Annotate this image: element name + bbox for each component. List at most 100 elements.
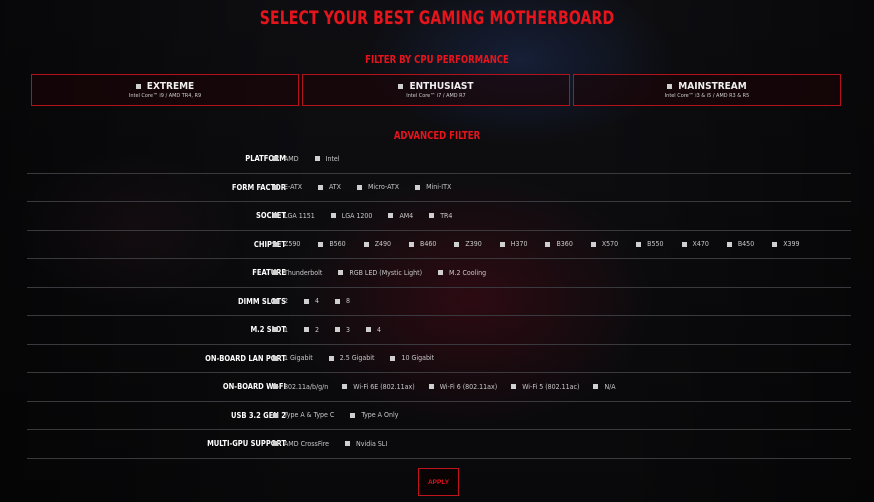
filter-option[interactable]: 3	[335, 326, 350, 334]
checkbox-icon[interactable]	[593, 384, 599, 390]
filter-option[interactable]: H370	[499, 240, 527, 248]
checkbox-icon[interactable]	[681, 241, 687, 247]
filter-option-label: 2	[284, 297, 289, 306]
filter-option[interactable]: Type A Only	[350, 411, 398, 419]
checkbox-icon[interactable]	[363, 241, 369, 247]
filter-option[interactable]: 8	[335, 297, 350, 305]
filter-option[interactable]: X570	[590, 240, 618, 248]
checkbox-icon[interactable]	[328, 355, 334, 361]
checkbox-icon[interactable]	[135, 84, 141, 89]
checkbox-icon[interactable]	[388, 213, 394, 219]
checkbox-icon[interactable]	[545, 241, 551, 247]
checkbox-icon[interactable]	[438, 270, 444, 276]
checkbox-icon[interactable]	[273, 298, 278, 304]
filter-option[interactable]: 4	[304, 297, 319, 305]
checkbox-icon[interactable]	[273, 327, 278, 333]
filter-option[interactable]: Wi-Fi 6E (802.11ax)	[342, 383, 415, 391]
checkbox-icon[interactable]	[304, 298, 310, 304]
filter-option[interactable]: E-ATX	[273, 183, 302, 191]
checkbox-icon[interactable]	[667, 84, 673, 89]
filter-option[interactable]: 2	[273, 297, 288, 305]
checkbox-icon[interactable]	[273, 355, 278, 361]
checkbox-icon[interactable]	[356, 184, 362, 190]
checkbox-icon[interactable]	[273, 241, 278, 247]
checkbox-icon[interactable]	[273, 213, 278, 219]
checkbox-icon[interactable]	[304, 327, 310, 333]
checkbox-icon[interactable]	[338, 270, 344, 276]
filter-option[interactable]: X470	[681, 240, 709, 248]
apply-button[interactable]: APPLY	[418, 468, 459, 496]
filter-option[interactable]: Z490	[363, 240, 392, 249]
filter-option[interactable]: Micro-ATX	[356, 183, 399, 191]
filter-option[interactable]: LGA 1200	[330, 212, 372, 220]
filter-option-label: Z490	[374, 240, 392, 249]
checkbox-icon[interactable]	[273, 412, 278, 418]
filter-option[interactable]: 802.11a/b/g/n	[273, 383, 328, 391]
filter-option[interactable]: TR4	[429, 212, 452, 220]
filter-option[interactable]: N/A	[593, 383, 616, 391]
filter-option[interactable]: AMD CrossFire	[273, 440, 329, 448]
filter-option[interactable]: Thunderbolt	[273, 269, 322, 277]
filter-option[interactable]: Nvidia SLI	[345, 440, 387, 448]
filter-option[interactable]: AM4	[388, 212, 413, 220]
checkbox-icon[interactable]	[335, 327, 341, 333]
filter-option[interactable]: B450	[726, 240, 754, 248]
filter-option[interactable]: 10 Gigabit	[390, 354, 434, 362]
filter-options: AMD Intel	[273, 145, 340, 173]
filter-option[interactable]: B460	[409, 240, 436, 248]
checkbox-icon[interactable]	[273, 184, 278, 190]
checkbox-icon[interactable]	[345, 441, 351, 447]
checkbox-icon[interactable]	[273, 270, 278, 276]
filter-option[interactable]: X399	[772, 240, 800, 248]
filter-option[interactable]: ATX	[318, 183, 341, 191]
filter-option[interactable]: AMD	[273, 155, 299, 163]
checkbox-icon[interactable]	[590, 241, 596, 247]
filter-option[interactable]: 2.5 Gigabit	[328, 354, 374, 362]
filter-option[interactable]: B560	[318, 240, 346, 248]
filter-option[interactable]: M.2 Cooling	[438, 269, 486, 277]
checkbox-icon[interactable]	[350, 412, 356, 418]
checkbox-icon[interactable]	[415, 184, 421, 190]
checkbox-icon[interactable]	[335, 298, 341, 304]
checkbox-icon[interactable]	[273, 441, 278, 447]
checkbox-icon[interactable]	[273, 156, 278, 162]
filter-option[interactable]: 1 Gigabit	[273, 354, 313, 362]
filter-option[interactable]: 4	[366, 326, 381, 334]
filter-option[interactable]: 2	[304, 326, 319, 334]
checkbox-icon[interactable]	[330, 213, 336, 219]
checkbox-icon[interactable]	[398, 84, 404, 89]
filter-option[interactable]: Wi-Fi 5 (802.11ac)	[511, 383, 579, 391]
cpu-option-mainstream[interactable]: MAINSTREAM Intel Core™ i3 & i5 / AMD R3 …	[573, 74, 841, 106]
checkbox-icon[interactable]	[342, 384, 348, 390]
checkbox-icon[interactable]	[409, 241, 415, 247]
cpu-option-enthusiast[interactable]: ENTHUSIAST Intel Core™ i7 / AMD R7	[302, 74, 570, 106]
checkbox-icon[interactable]	[499, 241, 505, 247]
checkbox-icon[interactable]	[429, 213, 435, 219]
filter-option[interactable]: Mini-ITX	[415, 183, 451, 191]
checkbox-icon[interactable]	[454, 241, 460, 247]
checkbox-icon[interactable]	[390, 355, 396, 361]
checkbox-icon[interactable]	[726, 241, 732, 247]
checkbox-icon[interactable]	[428, 384, 434, 390]
checkbox-icon[interactable]	[636, 241, 642, 247]
checkbox-icon[interactable]	[318, 184, 324, 190]
filter-option[interactable]: Z590	[273, 240, 300, 248]
filter-option[interactable]: Z390	[454, 240, 482, 248]
filter-option[interactable]: Intel	[314, 155, 340, 163]
checkbox-icon[interactable]	[273, 384, 278, 390]
filter-option[interactable]: RGB LED (Mystic Light)	[338, 269, 422, 277]
filter-option-label: Z590	[284, 240, 301, 249]
filter-option[interactable]: B550	[636, 240, 664, 248]
checkbox-icon[interactable]	[314, 156, 320, 162]
filter-option[interactable]: Wi-Fi 6 (802.11ax)	[428, 383, 497, 391]
filter-option[interactable]: 1	[273, 326, 288, 334]
cpu-option-extreme[interactable]: EXTREME Intel Core™ i9 / AMD TR4, R9	[31, 74, 299, 106]
filter-option-label: 4	[377, 325, 382, 334]
filter-option[interactable]: LGA 1151	[273, 212, 315, 220]
filter-option[interactable]: B360	[545, 240, 573, 248]
checkbox-icon[interactable]	[772, 241, 778, 247]
checkbox-icon[interactable]	[511, 384, 517, 390]
filter-option[interactable]: Type A & Type C	[273, 411, 334, 419]
checkbox-icon[interactable]	[366, 327, 372, 333]
checkbox-icon[interactable]	[318, 241, 324, 247]
